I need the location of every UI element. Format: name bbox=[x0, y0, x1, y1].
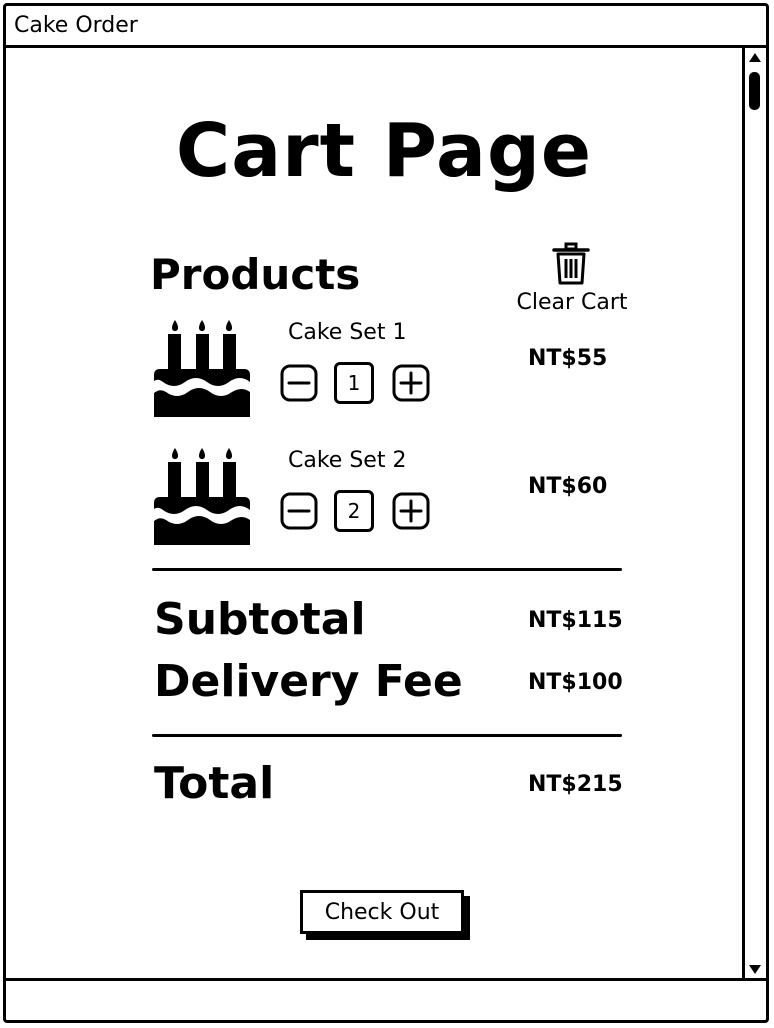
title-bar: Cake Order bbox=[6, 6, 766, 48]
app-window: Cake Order Cart Page Products Clear Cart bbox=[3, 3, 769, 1023]
total-label: Total bbox=[154, 758, 275, 809]
cart-item: Cake Set 1 1 NT$55 bbox=[152, 318, 622, 418]
cake-icon bbox=[154, 320, 250, 417]
checkout-button[interactable]: Check Out bbox=[300, 890, 470, 940]
product-name: Cake Set 1 bbox=[288, 320, 407, 345]
clear-cart-button[interactable]: Clear Cart bbox=[506, 242, 638, 322]
divider bbox=[152, 568, 622, 571]
scroll-up-icon bbox=[749, 52, 761, 62]
status-bar bbox=[6, 978, 766, 1020]
quantity-stepper: 2 bbox=[280, 490, 440, 536]
total-value: NT$215 bbox=[528, 772, 623, 797]
increase-quantity-button[interactable] bbox=[392, 492, 430, 530]
subtotal-value: NT$115 bbox=[528, 608, 623, 633]
checkout-button-label: Check Out bbox=[300, 890, 464, 934]
products-heading: Products bbox=[150, 250, 361, 299]
scroll-up-button[interactable] bbox=[747, 50, 763, 64]
quantity-stepper: 1 bbox=[280, 362, 440, 408]
window-title: Cake Order bbox=[14, 13, 138, 38]
decrease-quantity-button[interactable] bbox=[280, 492, 318, 530]
subtotal-label: Subtotal bbox=[154, 594, 366, 645]
trash-icon bbox=[552, 242, 590, 285]
clear-cart-label: Clear Cart bbox=[516, 290, 628, 315]
quantity-field[interactable]: 1 bbox=[334, 362, 374, 404]
delivery-fee-label: Delivery Fee bbox=[154, 656, 463, 707]
cake-icon bbox=[154, 448, 250, 545]
product-price: NT$60 bbox=[528, 474, 608, 499]
page-title: Cart Page bbox=[175, 108, 593, 194]
quantity-field[interactable]: 2 bbox=[334, 490, 374, 532]
scroll-thumb[interactable] bbox=[749, 72, 760, 110]
increase-quantity-button[interactable] bbox=[392, 364, 430, 402]
product-name: Cake Set 2 bbox=[288, 448, 407, 473]
decrease-quantity-button[interactable] bbox=[280, 364, 318, 402]
delivery-fee-value: NT$100 bbox=[528, 670, 623, 695]
scroll-down-icon bbox=[749, 964, 761, 974]
scroll-down-button[interactable] bbox=[747, 962, 763, 976]
divider bbox=[152, 734, 622, 737]
cart-item: Cake Set 2 2 NT$60 bbox=[152, 446, 622, 546]
product-price: NT$55 bbox=[528, 346, 608, 371]
